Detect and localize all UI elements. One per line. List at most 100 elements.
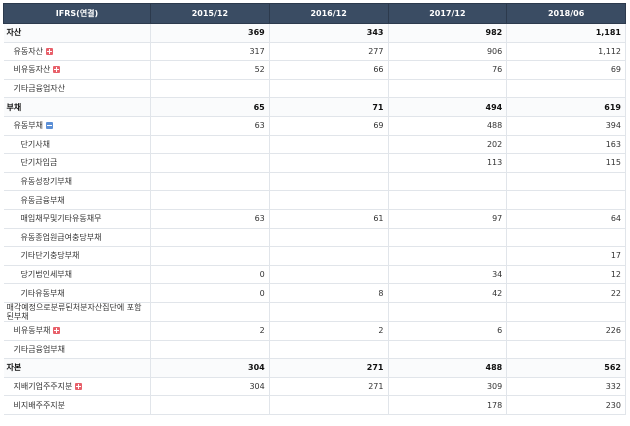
- row-label-text: 비유동부채: [13, 326, 51, 336]
- value-cell: [269, 395, 389, 415]
- table-row: 기타금융업부채: [3, 340, 626, 360]
- value-cell: 271: [269, 358, 389, 378]
- row-label-text: 당기법인세부채: [20, 270, 73, 280]
- value-cell: 488: [388, 358, 508, 378]
- value-cell: 76: [388, 60, 508, 80]
- value-cell: [269, 135, 389, 155]
- value-cell: [150, 172, 270, 192]
- row-label: 유동자산: [3, 42, 151, 62]
- row-label: 자산: [3, 23, 151, 43]
- value-cell: 71: [269, 97, 389, 117]
- expand-icon[interactable]: [53, 327, 61, 335]
- value-cell: 202: [388, 135, 508, 155]
- value-cell: 69: [269, 116, 389, 136]
- value-cell: 1,181: [506, 23, 626, 43]
- table-row: 단기차입금 113 115: [3, 153, 626, 173]
- value-cell: 66: [269, 60, 389, 80]
- header-account: IFRS(연결): [3, 3, 151, 24]
- value-cell: 343: [269, 23, 389, 43]
- row-label: 비유동자산: [3, 60, 151, 80]
- value-cell: 2: [269, 321, 389, 341]
- table-row: 유동부채 63 69 488 394: [3, 116, 626, 136]
- table-row: 당기법인세부채 0 34 12: [3, 265, 626, 285]
- value-cell: 982: [388, 23, 508, 43]
- expand-icon[interactable]: [75, 382, 83, 390]
- row-label: 기타금융업자산: [3, 79, 151, 99]
- value-cell: [388, 172, 508, 192]
- row-label-text: 유동자산: [13, 46, 43, 56]
- row-label: 단기사채: [3, 135, 151, 155]
- value-cell: 163: [506, 135, 626, 155]
- table-row: 유동금융부채: [3, 190, 626, 210]
- row-label-text: 유동성장기부채: [20, 177, 73, 187]
- value-cell: [388, 79, 508, 99]
- table-row: 매입채무및기타유동채무 63 61 97 64: [3, 209, 626, 229]
- row-label-text: 단기차입금: [20, 158, 58, 168]
- financial-table: IFRS(연결) 2015/12 2016/12 2017/12 2018/06…: [3, 3, 626, 415]
- value-cell: 178: [388, 395, 508, 415]
- collapse-icon[interactable]: [45, 122, 53, 130]
- value-cell: [150, 340, 270, 360]
- value-cell: [506, 190, 626, 210]
- value-cell: 619: [506, 97, 626, 117]
- table-row: 비유동자산 52 66 76 69: [3, 60, 626, 80]
- value-cell: 488: [388, 116, 508, 136]
- row-label-text: 기타단기충당부채: [20, 251, 80, 261]
- value-cell: 226: [506, 321, 626, 341]
- row-label-text: 단기사채: [20, 139, 50, 149]
- value-cell: [388, 246, 508, 266]
- table-row: 부채 65 71 494 619: [3, 97, 626, 117]
- row-label: 유동부채: [3, 116, 151, 136]
- value-cell: 0: [150, 265, 270, 285]
- row-label-text: 유동부채: [13, 121, 43, 131]
- value-cell: 34: [388, 265, 508, 285]
- expand-icon[interactable]: [53, 66, 61, 74]
- value-cell: 97: [388, 209, 508, 229]
- value-cell: [269, 153, 389, 173]
- header-period-3: 2017/12: [387, 3, 508, 24]
- value-cell: [506, 79, 626, 99]
- row-label: 지배기업주주지분: [3, 377, 151, 397]
- row-label-text: 자본: [6, 363, 22, 373]
- value-cell: 2: [150, 321, 270, 341]
- row-label: 단기차입금: [3, 153, 151, 173]
- table-row: 자산 369 343 982 1,181: [3, 23, 626, 43]
- table-row: 기타단기충당부채 17: [3, 246, 626, 266]
- value-cell: [150, 395, 270, 415]
- value-cell: 309: [388, 377, 508, 397]
- row-label-text: 기타유동부채: [20, 288, 65, 298]
- value-cell: 63: [150, 209, 270, 229]
- table-row: 단기사채 202 163: [3, 135, 626, 155]
- row-label-text: 부채: [6, 102, 22, 112]
- row-label-text: 지배기업주주지분: [13, 381, 73, 391]
- value-cell: [506, 340, 626, 360]
- value-cell: 42: [388, 283, 508, 303]
- row-label-text: 기타금융업자산: [13, 84, 66, 94]
- table-row: 비유동부채 2 2 6 226: [3, 321, 626, 341]
- row-label: 비지배주주지분: [3, 395, 151, 415]
- value-cell: [150, 79, 270, 99]
- value-cell: 494: [388, 97, 508, 117]
- value-cell: 277: [269, 42, 389, 62]
- value-cell: 17: [506, 246, 626, 266]
- value-cell: [269, 228, 389, 248]
- value-cell: [506, 172, 626, 192]
- value-cell: [269, 302, 389, 322]
- value-cell: 394: [506, 116, 626, 136]
- value-cell: [269, 265, 389, 285]
- value-cell: 230: [506, 395, 626, 415]
- row-label: 기타유동부채: [3, 283, 151, 303]
- expand-icon[interactable]: [45, 47, 53, 55]
- value-cell: 52: [150, 60, 270, 80]
- value-cell: [388, 190, 508, 210]
- row-label: 매각예정으로분류된처분자산집단에 포함된부채: [3, 302, 151, 322]
- value-cell: [150, 302, 270, 322]
- table-row: 비지배주주지분 178 230: [3, 395, 626, 415]
- value-cell: 65: [150, 97, 270, 117]
- value-cell: 332: [506, 377, 626, 397]
- row-label: 유동성장기부채: [3, 172, 151, 192]
- value-cell: 113: [388, 153, 508, 173]
- row-label: 부채: [3, 97, 151, 117]
- value-cell: [388, 340, 508, 360]
- row-label-text: 자산: [6, 28, 22, 38]
